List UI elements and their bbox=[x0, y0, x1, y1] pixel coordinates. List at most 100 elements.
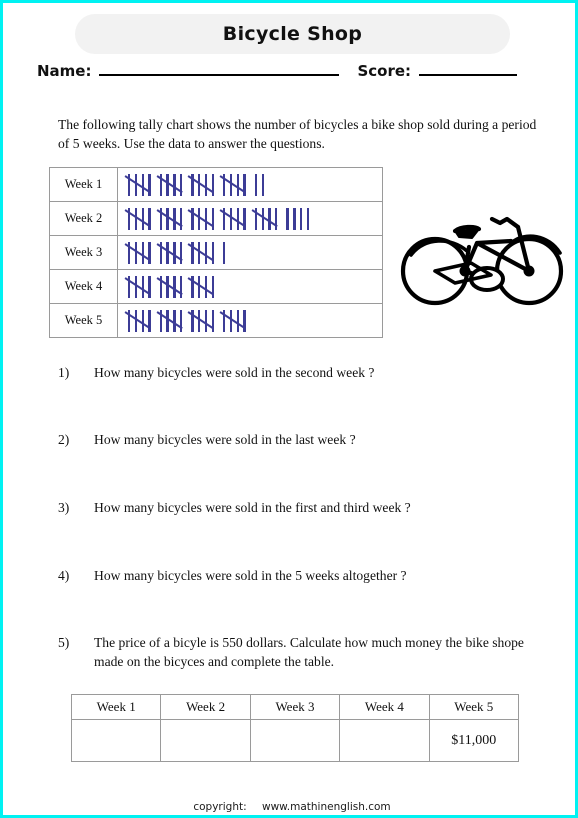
tally-group-of-five bbox=[156, 241, 183, 264]
table-row: Week 3 bbox=[49, 235, 383, 270]
tally-marks-cell bbox=[117, 303, 383, 338]
tally-stick bbox=[223, 241, 226, 264]
question-number: 5) bbox=[58, 635, 70, 650]
revenue-table: Week 1 Week 2 Week 3 Week 4 Week 5 $11,0… bbox=[70, 694, 520, 762]
score-input-rule[interactable] bbox=[419, 74, 518, 76]
tally-group-of-five bbox=[124, 207, 151, 230]
answer-cell-week-1[interactable] bbox=[70, 719, 162, 762]
tally-stick bbox=[204, 207, 208, 230]
column-header: Week 1 bbox=[70, 694, 162, 720]
answer-cell-week-4[interactable] bbox=[339, 719, 430, 762]
tally-group-of-five bbox=[187, 241, 215, 264]
tally-marks bbox=[124, 308, 382, 334]
tally-singles bbox=[286, 207, 310, 230]
table-row: Week 4 bbox=[49, 269, 383, 304]
tally-group-of-five bbox=[156, 309, 183, 332]
tally-stick bbox=[141, 173, 144, 196]
question-text: How many bicycles were sold in the last … bbox=[94, 432, 356, 447]
tally-marks-cell bbox=[117, 167, 383, 202]
tally-group-of-five bbox=[124, 241, 151, 264]
tally-stick bbox=[141, 275, 144, 298]
tally-stick bbox=[141, 207, 144, 230]
question-1: 1) How many bicycles were sold in the se… bbox=[58, 363, 538, 382]
tally-group-of-five bbox=[124, 309, 151, 332]
tally-stick bbox=[236, 173, 239, 196]
tally-marks-cell bbox=[117, 201, 383, 236]
tally-singles bbox=[223, 241, 226, 264]
tally-stick bbox=[204, 309, 208, 332]
question-number: 4) bbox=[58, 568, 70, 583]
tally-stick bbox=[204, 173, 208, 196]
question-3: 3) How many bicycles were sold in the fi… bbox=[58, 498, 538, 517]
tally-marks bbox=[124, 274, 382, 300]
name-label: Name: bbox=[37, 62, 92, 80]
answer-cell-week-5: $11,000 bbox=[428, 719, 520, 762]
footer-url: www.mathinenglish.com bbox=[261, 801, 391, 813]
tally-stick bbox=[173, 309, 176, 332]
tally-marks-cell bbox=[117, 235, 383, 270]
question-text: How many bicycles were sold in the 5 wee… bbox=[94, 568, 407, 583]
tally-row-label: Week 2 bbox=[49, 201, 118, 236]
column-header: Week 4 bbox=[339, 694, 430, 720]
question-number: 3) bbox=[58, 500, 70, 515]
tally-marks bbox=[124, 206, 382, 232]
bicycle-icon bbox=[400, 216, 564, 306]
tally-group-of-five bbox=[251, 207, 278, 230]
tally-group-of-five bbox=[187, 173, 215, 196]
tally-group-of-five bbox=[219, 207, 246, 230]
intro-paragraph: The following tally chart shows the numb… bbox=[58, 117, 537, 151]
tally-stick bbox=[261, 173, 264, 196]
tally-stick bbox=[173, 173, 176, 196]
tally-stick bbox=[236, 207, 239, 230]
question-text: The price of a bicyle is 550 dollars. Ca… bbox=[94, 635, 524, 669]
tally-row-label: Week 3 bbox=[49, 235, 118, 270]
tally-group-of-five bbox=[156, 275, 183, 298]
table-row: Week 5 bbox=[49, 303, 383, 338]
table-row: Week 1 bbox=[49, 167, 383, 202]
table-header-row: Week 1 Week 2 Week 3 Week 4 Week 5 bbox=[70, 694, 520, 720]
tally-group-of-five bbox=[156, 207, 183, 230]
score-label: Score: bbox=[357, 62, 412, 80]
tally-marks-cell bbox=[117, 269, 383, 304]
question-2: 2) How many bicycles were sold in the la… bbox=[58, 430, 538, 449]
answer-cell-week-3[interactable] bbox=[249, 719, 341, 762]
tally-stick bbox=[173, 241, 176, 264]
tally-stick bbox=[306, 207, 310, 230]
table-row: Week 2 bbox=[49, 201, 383, 236]
tally-row-label: Week 1 bbox=[49, 167, 118, 202]
question-text: How many bicycles were sold in the first… bbox=[94, 500, 411, 515]
tally-stick bbox=[204, 241, 208, 264]
name-score-row: Name: Score: bbox=[37, 62, 547, 88]
table-row: $11,000 bbox=[70, 719, 520, 762]
tally-group-of-five bbox=[187, 309, 215, 332]
tally-group-of-five bbox=[124, 275, 151, 298]
tally-group-of-five bbox=[156, 173, 183, 196]
answer-cell-week-2[interactable] bbox=[160, 719, 251, 762]
tally-row-label: Week 5 bbox=[49, 303, 118, 338]
tally-group-of-five bbox=[219, 173, 246, 196]
tally-stick bbox=[293, 207, 296, 230]
tally-stick bbox=[236, 309, 239, 332]
tally-singles bbox=[254, 173, 264, 196]
title-banner: Bicycle Shop bbox=[75, 14, 510, 54]
question-5: 5) The price of a bicyle is 550 dollars.… bbox=[58, 633, 538, 671]
worksheet-page: Bicycle Shop Name: Score: The following … bbox=[0, 0, 578, 818]
column-header: Week 3 bbox=[249, 694, 341, 720]
column-header: Week 5 bbox=[428, 694, 520, 720]
tally-stick bbox=[141, 241, 144, 264]
tally-stick bbox=[286, 207, 289, 230]
tally-stick bbox=[254, 173, 258, 196]
name-input-rule[interactable] bbox=[99, 74, 340, 76]
question-number: 2) bbox=[58, 432, 70, 447]
question-text: How many bicycles were sold in the secon… bbox=[94, 365, 375, 380]
tally-group-of-five bbox=[187, 275, 215, 298]
copyright-label: copyright: bbox=[193, 801, 247, 813]
tally-stick bbox=[141, 309, 144, 332]
tally-group-of-five bbox=[219, 309, 246, 332]
tally-stick bbox=[173, 207, 176, 230]
tally-stick bbox=[300, 207, 303, 230]
tally-marks bbox=[124, 172, 382, 198]
tally-row-label: Week 4 bbox=[49, 269, 118, 304]
tally-marks bbox=[124, 240, 382, 266]
footer: copyright: www.mathinenglish.com bbox=[3, 801, 578, 813]
